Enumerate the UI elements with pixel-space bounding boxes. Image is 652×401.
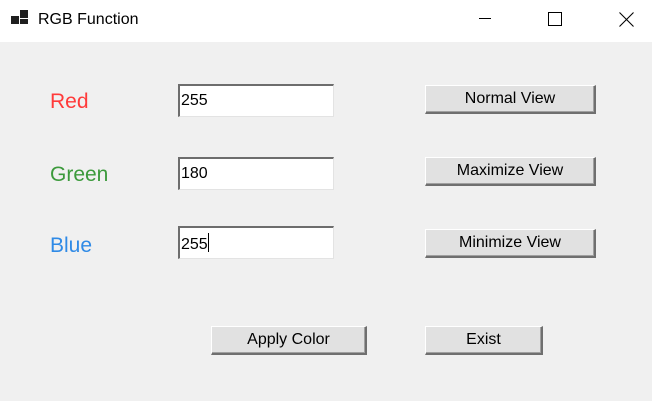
green-label: Green (50, 163, 109, 186)
maximize-icon (548, 12, 562, 26)
minimize-button[interactable] (462, 0, 508, 38)
minimize-icon (479, 18, 491, 19)
blue-input[interactable]: 255 (178, 226, 334, 259)
rgb-function-window: RGB Function Red Green Blue 255 180 255 (0, 0, 652, 401)
blue-label: Blue (50, 234, 93, 257)
close-button[interactable] (603, 0, 649, 38)
blue-input-value: 255 (181, 236, 208, 253)
maximize-button[interactable] (532, 0, 578, 38)
title-bar[interactable]: RGB Function (0, 0, 652, 42)
app-window-icon (11, 10, 29, 26)
minimize-view-button[interactable]: Minimize View (425, 229, 596, 258)
red-input[interactable]: 255 (178, 84, 334, 117)
window-title: RGB Function (38, 11, 139, 28)
green-input[interactable]: 180 (178, 157, 334, 190)
green-input-value: 180 (181, 165, 208, 182)
normal-view-button[interactable]: Normal View (425, 85, 596, 114)
maximize-view-button[interactable]: Maximize View (425, 157, 596, 186)
red-input-value: 255 (181, 92, 208, 109)
text-caret (207, 233, 209, 252)
apply-color-button[interactable]: Apply Color (211, 326, 367, 355)
red-label: Red (50, 90, 89, 113)
close-icon (618, 11, 634, 27)
exist-button[interactable]: Exist (425, 326, 543, 355)
